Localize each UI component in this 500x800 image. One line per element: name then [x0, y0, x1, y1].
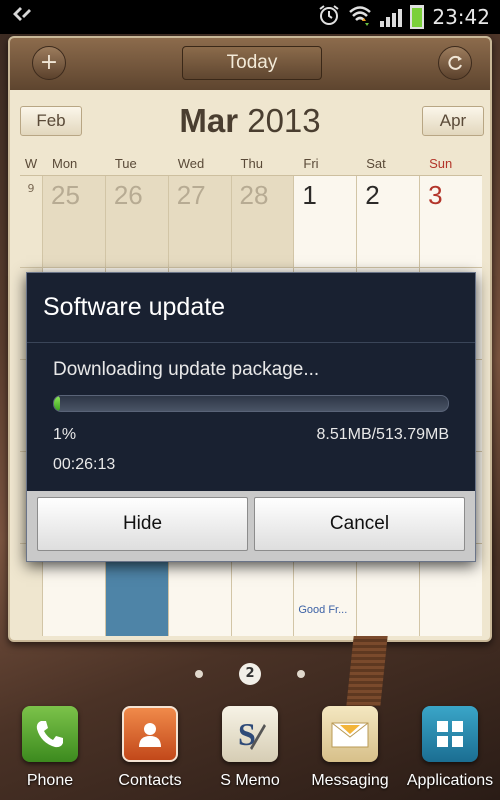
software-update-dialog: Software update Downloading update packa…: [26, 272, 476, 562]
week-row: 9 25 26 27 28 1 2 3: [20, 176, 482, 268]
battery-icon: [410, 5, 425, 29]
day-header: Wed: [177, 156, 205, 171]
app-dock: Phone Contacts S S Memo Messaging Applic…: [0, 700, 500, 800]
day-header: Mon: [52, 156, 78, 171]
status-bar: 23:42: [0, 0, 500, 34]
signal-icon: [380, 7, 403, 27]
dock-app-s-memo[interactable]: S S Memo: [202, 700, 298, 800]
month-name: Mar: [179, 102, 239, 139]
alarm-icon: [318, 4, 340, 30]
year: 2013: [247, 102, 321, 139]
page-dot[interactable]: [195, 670, 203, 678]
week-column-label: W: [24, 156, 38, 171]
dialog-button-bar: Hide Cancel: [27, 491, 475, 561]
current-page-dot[interactable]: 2: [239, 663, 261, 685]
progress-info: 1% 8.51MB/513.79MB: [53, 426, 449, 444]
progress-fill: [54, 396, 60, 411]
cancel-button[interactable]: Cancel: [254, 497, 465, 551]
day-cell[interactable]: 27: [167, 176, 231, 267]
day-header: Thu: [240, 156, 263, 171]
day-header: Sat: [366, 156, 386, 171]
day-cell[interactable]: 28: [230, 176, 294, 267]
day-cell[interactable]: 26: [104, 176, 168, 267]
event-label[interactable]: Good Fr...: [298, 604, 347, 616]
weekday-header: W Mon Tue Wed Thu Fri Sat Sun: [20, 152, 482, 176]
dock-app-messaging[interactable]: Messaging: [302, 700, 398, 800]
messaging-icon: [322, 706, 378, 762]
applications-icon: [422, 706, 478, 762]
wifi-icon: [348, 4, 372, 30]
app-label: Contacts: [118, 772, 182, 789]
download-message: Downloading update package...: [53, 359, 320, 380]
sync-button[interactable]: [438, 46, 472, 80]
s-memo-icon: S: [222, 706, 278, 762]
dock-app-contacts[interactable]: Contacts: [102, 700, 198, 800]
next-month-button[interactable]: Apr: [422, 106, 484, 136]
page-indicator[interactable]: 2: [0, 662, 500, 686]
contacts-icon: [122, 706, 178, 762]
usb-icon: [10, 4, 32, 30]
day-cell[interactable]: 25: [42, 176, 105, 267]
dock-app-applications[interactable]: Applications: [402, 700, 498, 800]
elapsed-time: 00:26:13: [53, 456, 116, 473]
day-cell[interactable]: 2: [356, 176, 420, 267]
page-dot[interactable]: [297, 670, 305, 678]
app-label: S Memo: [220, 772, 280, 789]
day-header: Sun: [429, 156, 453, 171]
download-progress-bar: [53, 395, 449, 412]
refresh-icon: [445, 54, 465, 79]
add-event-button[interactable]: +: [32, 46, 66, 80]
month-navigation: Feb Mar 2013 Apr: [10, 90, 490, 150]
app-label: Applications: [406, 772, 494, 789]
hide-button[interactable]: Hide: [37, 497, 248, 551]
calendar-toolbar: + Today: [10, 38, 490, 90]
month-title: Mar 2013: [10, 102, 490, 140]
progress-percent: 1%: [53, 426, 77, 443]
phone-icon: [22, 706, 78, 762]
plus-icon: +: [39, 50, 59, 75]
today-button[interactable]: Today: [182, 46, 322, 80]
dialog-title: Software update: [27, 273, 475, 343]
dialog-body: Downloading update package... 1% 8.51MB/…: [27, 343, 475, 491]
app-label: Messaging: [311, 772, 389, 789]
day-header: Tue: [114, 156, 137, 171]
day-header: Fri: [303, 156, 319, 171]
day-cell[interactable]: 3: [419, 176, 482, 267]
app-label: Phone: [26, 772, 74, 789]
day-cell[interactable]: 1: [293, 176, 357, 267]
download-size: 8.51MB/513.79MB: [316, 426, 449, 443]
week-number: 9: [27, 182, 35, 195]
dock-app-phone[interactable]: Phone: [2, 700, 98, 800]
clock: 23:42: [432, 5, 490, 29]
